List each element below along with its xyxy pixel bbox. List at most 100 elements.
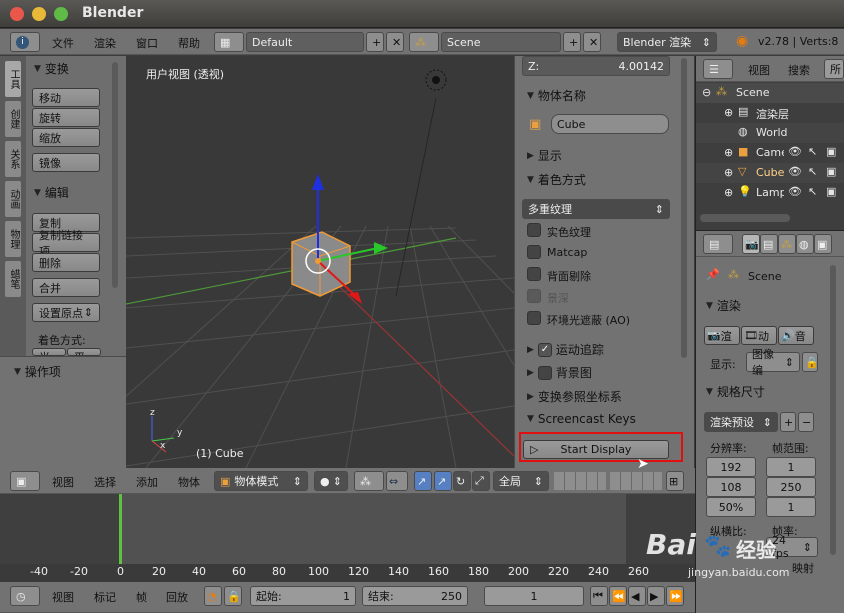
outliner-row[interactable]: ⊕ ▽ Cube 👁 ↖ ▣ [696,163,844,183]
properties-editor-type-button[interactable]: ▤ [703,234,733,254]
preview-range-icon[interactable]: ◔ [204,586,222,606]
transform-section-header[interactable]: ▼ 变换 [34,60,69,77]
audio-button[interactable]: 🔊 音 [778,326,814,345]
eye-icon[interactable]: 👁 [788,185,802,198]
motion-tracking-section-header[interactable]: ▶ ✓ 运动追踪 [527,341,604,358]
transform-orientation-section-header[interactable]: ▶ 变换参照坐标系 [527,388,622,405]
end-frame-field[interactable]: 结束: 250 [362,586,468,606]
mirror-button[interactable]: 镜像 [32,153,100,172]
remove-scene-icon[interactable]: ✕ [583,32,601,52]
eye-icon[interactable]: 👁 [788,145,802,158]
add-scene-icon[interactable]: + [563,32,581,52]
move-manipulator-icon[interactable]: ↗ [434,471,452,491]
interaction-mode-select[interactable]: ▣ 物体模式 ⇕ [214,471,308,491]
move-button[interactable]: 移动 [32,88,100,107]
viewport-menu-view[interactable]: 视图 [52,474,74,490]
current-frame-indicator[interactable] [119,494,122,564]
menu-window[interactable]: 窗口 [136,35,158,51]
motion-tracking-checkbox[interactable]: ✓ [537,342,552,357]
outliner-row[interactable]: ⊕ ▤ 渲染层 [696,103,844,123]
properties-scrollbar[interactable] [830,265,836,555]
jump-start-icon[interactable]: ⏮ [590,586,608,606]
edit-section-header[interactable]: ▼ 编辑 [34,184,69,201]
pin-icon[interactable]: 📌 [706,268,720,281]
minimize-window-button[interactable] [32,7,46,21]
cursor-icon[interactable]: ↖ [808,185,817,198]
lock-camera-icon[interactable]: ⊞ [666,471,684,491]
tab-physics[interactable]: 物理 [4,220,22,258]
current-frame-field[interactable]: 1 [484,586,584,606]
texture-mode-select[interactable]: 多重纹理 ⇕ [522,199,670,219]
camera-render-icon[interactable]: ▣ [826,145,836,158]
timeline-menu-marker[interactable]: 标记 [94,589,116,605]
timeline-editor-type-button[interactable]: ◷ [10,586,40,606]
ambient-occlusion-checkbox[interactable] [527,311,541,325]
outliner-row[interactable]: ⊕ 💡 Lamp 👁 ↖ ▣ [696,183,844,203]
render-preset-select[interactable]: 渲染预设 ⇕ [704,412,778,432]
translate-manipulator-icon[interactable]: ↗ [414,471,432,491]
close-window-button[interactable] [10,7,24,21]
lock-icon[interactable]: 🔒 [802,352,819,372]
layer-buttons[interactable] [610,472,662,490]
dimensions-section-header[interactable]: ▼ 规格尺寸 [706,383,765,400]
layout-browse-button[interactable]: ▦ [214,32,244,52]
object-tab-icon[interactable]: ▣ [814,234,832,254]
rotate-button[interactable]: 旋转 [32,108,100,127]
outliner-editor-type-button[interactable]: ☰ [703,59,733,79]
outliner-row[interactable]: ⊕ ■ Camera 👁 ↖ ▣ [696,143,844,163]
screencast-keys-section-header[interactable]: ▼ Screencast Keys [527,412,636,426]
scene-tab-icon[interactable]: ⁂ [778,234,796,254]
menu-render[interactable]: 渲染 [94,35,116,51]
remove-layout-icon[interactable]: ✕ [386,32,404,52]
resolution-percent-field[interactable]: 50% [706,497,756,517]
scene-name-field[interactable]: Scene [441,32,561,52]
add-layout-icon[interactable]: + [366,32,384,52]
camera-render-icon[interactable]: ▣ [826,165,836,178]
flat-button[interactable]: 平直 [67,348,101,356]
animation-button[interactable]: 🎞 动 [741,326,777,345]
timeline-menu-view[interactable]: 视图 [52,589,74,605]
resolution-x-field[interactable]: 192 [706,457,756,477]
scene-browse-button[interactable]: ⁂ [409,32,439,52]
operator-section-header[interactable]: ▼ 操作项 [14,363,61,380]
frame-start-field[interactable]: 1 [766,457,816,477]
pivot-point-select[interactable]: ⁂ [354,471,384,491]
layout-name-field[interactable]: Default [246,32,364,52]
render-section-header[interactable]: ▼ 渲染 [706,297,741,314]
render-tab-icon[interactable]: 📷 [742,234,760,254]
render-button[interactable]: 📷 渲 [704,326,740,345]
manipulator-icon[interactable]: ⇔ [386,471,408,491]
depth-of-field-checkbox[interactable] [527,289,541,303]
remove-preset-icon[interactable]: − [798,412,814,432]
add-preset-icon[interactable]: + [780,412,796,432]
tab-create[interactable]: 创建 [4,100,22,138]
frame-end-field[interactable]: 250 [766,477,816,497]
render-engine-select[interactable]: Blender 渲染 ⇕ [617,32,717,52]
outliner-menu-search[interactable]: 搜索 [788,62,810,78]
start-frame-field[interactable]: 起始: 1 [250,586,356,606]
location-z-field[interactable]: Z: 4.00142 [522,56,670,76]
object-name-field[interactable]: Cube [551,114,669,134]
tab-tools[interactable]: 工具 [4,60,22,98]
cursor-icon[interactable]: ↖ [808,165,817,178]
delete-button[interactable]: 删除 [32,253,100,272]
layer-buttons[interactable] [554,472,606,490]
background-images-section-header[interactable]: ▶ 背景图 [527,364,592,381]
matcap-checkbox[interactable] [527,245,541,259]
tab-animation[interactable]: 动画 [4,180,22,218]
lock-icon[interactable]: 🔒 [224,586,242,606]
menu-help[interactable]: 帮助 [178,35,200,51]
panel-scrollbar[interactable] [681,58,687,358]
camera-render-icon[interactable]: ▣ [826,185,836,198]
object-name-section-header[interactable]: ▼ 物体名称 [527,87,586,104]
outliner-row[interactable]: ⊖ ⁂ Scene [696,83,844,103]
outliner-menu-view[interactable]: 视图 [748,62,770,78]
editor-type-info-button[interactable]: i [10,32,40,52]
shading-section-header[interactable]: ▼ 着色方式 [527,171,586,188]
scale-button[interactable]: 缩放 [32,128,100,147]
background-images-checkbox[interactable] [537,365,552,380]
tab-grease-pencil[interactable]: 蜡笔 [4,260,22,298]
viewport-editor-type-button[interactable]: ▣ [10,471,40,491]
join-button[interactable]: 合并 [32,278,100,297]
prev-keyframe-icon[interactable]: ⏪ [609,586,627,606]
